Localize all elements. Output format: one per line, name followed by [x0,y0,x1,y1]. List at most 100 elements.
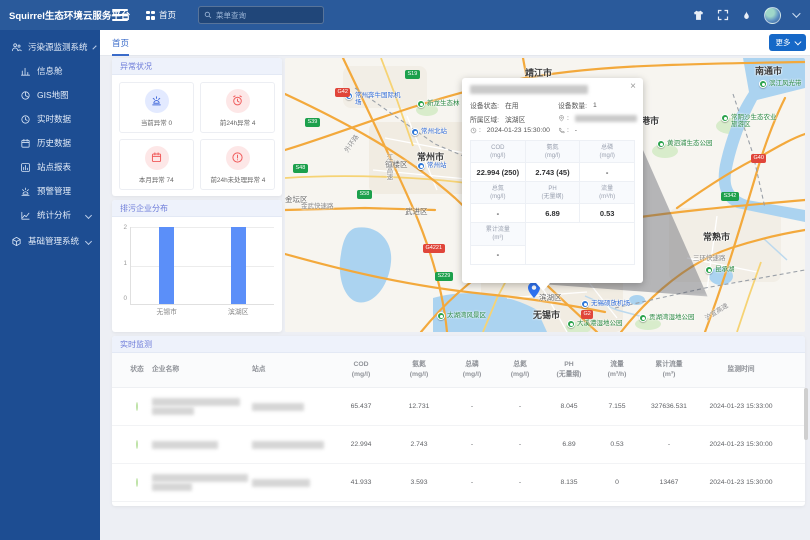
sidebar-item-info-cabin[interactable]: 信息舱 [0,59,100,83]
apps-grid-icon [146,11,155,20]
map-poi-park[interactable]: 黄泗浦生态公园 [657,140,713,148]
map-poi-station[interactable]: 常州北站 [411,128,447,136]
map-poi-park[interactable]: 滨江风光带 [759,80,802,88]
card-label: 当前异常 0 [141,117,172,127]
device-status-value: 在用 [505,100,519,110]
siren-icon [20,186,31,197]
fullscreen-icon[interactable] [716,9,729,22]
map-poi-airport[interactable]: 常州奔牛国际机场 [345,92,401,107]
device-info-popup: × 设备状态: 在用 设备数量: 1 所属区域: 滨湖区 : : 2024-01… [462,78,643,283]
table-header-row: 状态 企业名称 站点 COD(mg/l) 氨氮(mg/l) 总磷(mg/l) 总… [112,353,805,388]
siren-icon [145,89,169,113]
redacted-station-name [252,401,332,412]
card-current-abnormal[interactable]: 当前异常 0 [119,82,194,133]
sidebar-item-statistics[interactable]: 统计分析 [0,203,100,227]
park-icon [437,312,445,320]
train-station-icon [411,128,419,136]
menu-toggle-icon[interactable] [112,9,128,21]
map-poi-park[interactable]: 昆承湖 [705,266,735,274]
bar-无锡市[interactable] [159,227,174,304]
region-label: 所属区域: [470,114,499,124]
sidebar-group-label: 污染源监测系统 [28,41,88,53]
map-label-district: 武进区 [405,206,428,217]
device-count-value: 1 [593,102,597,109]
location-pin-icon [558,115,565,122]
sidebar-item-alert-management[interactable]: 预警管理 [0,179,100,203]
map-poi-airport[interactable]: 无锡硕放机场 [581,300,630,308]
redacted-company-name [152,439,252,450]
map-poi-park[interactable]: 太湖湾风景区 [437,312,486,320]
sidebar-item-gis-map[interactable]: GIS地图 [0,83,100,107]
road-badge: S58 [357,190,372,199]
road-badge: G4221 [423,244,445,253]
sidebar: 污染源监测系统 信息舱 GIS地图 实时数据 历史数据 站点报表 预警管理 统计… [0,30,100,540]
chevron-down-icon [85,211,92,218]
redacted-station-name [252,439,332,450]
gis-map[interactable]: 南通市 靖江市 常州市 钟楼区 武进区 金坛区 无锡市 滨湖区 常熟市 张家港市… [285,58,805,332]
road-badge: S19 [405,70,420,79]
sidebar-item-realtime-data[interactable]: 实时数据 [0,107,100,131]
map-label-road: 三环快速路 [693,252,726,262]
card-label: 前24h异常 4 [220,117,256,127]
card-24h-abnormal[interactable]: 前24h异常 4 [200,82,275,133]
map-poi-park[interactable]: 常阴沙生态农业旅游区 [721,114,777,129]
breadcrumb-home-label: 首页 [159,9,176,21]
sidebar-item-station-report[interactable]: 站点报表 [0,155,100,179]
panel-title: 异常状况 [112,58,282,75]
sidebar-group-pollution-monitoring[interactable]: 污染源监测系统 [0,35,100,59]
flame-icon[interactable] [740,9,753,22]
warning-circle-icon [226,146,250,170]
phone-value: - [575,127,577,134]
redacted-enterprise-name [470,85,588,94]
sidebar-item-label: 历史数据 [37,137,71,149]
redacted-station-name [252,477,332,488]
map-poi-station[interactable]: 常州站 [417,162,447,170]
chevron-down-icon [85,237,92,244]
sidebar-group-basic-management[interactable]: 基础管理系统 [0,229,100,253]
user-avatar[interactable] [764,7,781,24]
theme-skin-icon[interactable] [692,9,705,22]
bar-report-icon [20,162,31,173]
clock-icon [470,127,477,134]
bar-滨湖区[interactable] [231,227,246,304]
card-month-abnormal[interactable]: 本月异常 74 [119,139,194,190]
status-online-indicator [136,440,138,449]
tab-home[interactable]: 首页 [112,30,129,56]
more-button[interactable]: 更多 [769,34,807,51]
card-label: 本月异常 74 [139,174,174,184]
map-poi-park[interactable]: 贡湖湾湿地公园 [639,314,695,322]
road-badge: S39 [305,118,320,127]
users-icon [11,42,22,53]
sidebar-item-label: 实时数据 [37,113,71,125]
table-row[interactable]: 41.933 3.593 - - 8.135 0 13467 2024-01-2… [112,464,805,502]
status-online-indicator [136,478,138,487]
card-24h-unhandled-abnormal[interactable]: 前24h未处理异常 4 [200,139,275,190]
tab-home-label: 首页 [112,37,129,49]
chevron-up-icon [92,45,96,49]
device-status-label: 设备状态: [470,100,499,110]
menu-search[interactable] [198,6,324,24]
scrollbar[interactable] [804,388,808,440]
user-menu-chevron-icon[interactable] [792,9,800,17]
record-time: 2024-01-23 15:30:00 [487,127,550,134]
sidebar-item-label: 站点报表 [37,161,71,173]
breadcrumb-home[interactable]: 首页 [146,9,176,21]
table-row[interactable]: 22.994 2.743 - - 6.89 0.53 - 2024-01-23 … [112,426,805,464]
popup-metrics-table: COD(mg/l) 氨氮(mg/l) 总磷(mg/l) 22.994 (250)… [470,140,635,265]
panel-title: 排污企业分布 [112,200,282,217]
sidebar-item-label: 信息舱 [37,65,63,77]
search-input[interactable] [216,11,306,20]
redacted-address [575,115,637,122]
tab-strip: 首页 更多 [100,30,810,56]
road-badge: G42 [335,88,350,97]
close-icon[interactable]: × [630,82,636,92]
park-icon [705,266,713,274]
map-label-city: 无锡市 [533,308,560,321]
map-poi-park[interactable]: 大溪港湿地公园 [567,320,623,328]
airport-icon [581,300,589,308]
train-station-icon [417,162,425,170]
abnormal-status-panel: 异常状况 当前异常 0 前24h异常 4 本月异常 74 前24h未处理异常 4 [112,58,282,196]
map-poi-park[interactable]: 新龙生态林 [417,100,460,108]
table-row[interactable]: 65.437 12.731 - - 8.045 7.155 327636.531… [112,388,805,426]
sidebar-item-history-data[interactable]: 历史数据 [0,131,100,155]
